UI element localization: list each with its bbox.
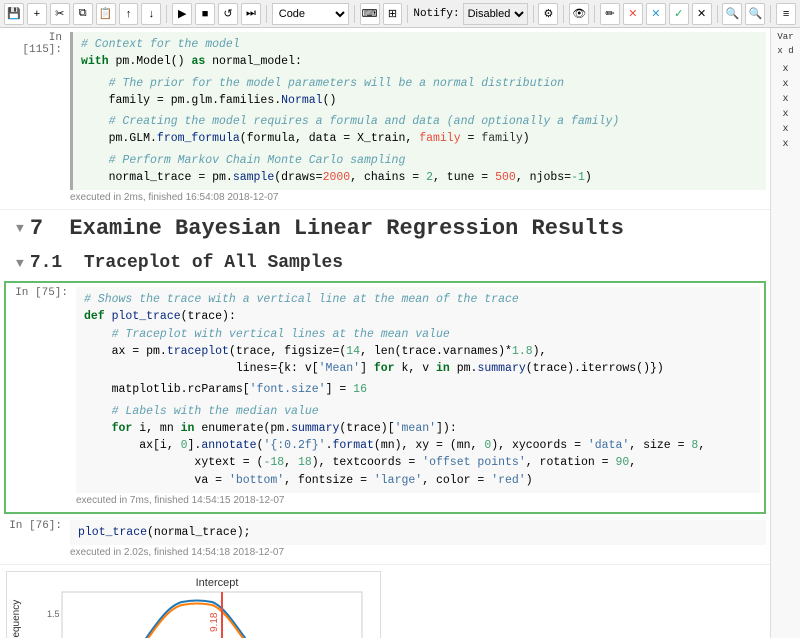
cell-76-code[interactable]: plot_trace(normal_trace); — [70, 520, 766, 545]
intercept-hist-title: Intercept — [196, 577, 239, 589]
sidebar-item-6[interactable]: x — [780, 137, 790, 152]
code-line-4: ax = pm.traceplot(trace, figsize=(14, le… — [84, 343, 752, 360]
eye-button[interactable]: 👁 — [569, 3, 589, 25]
sidebar-item-1[interactable]: x — [780, 62, 790, 77]
stop-button[interactable]: ■ — [195, 3, 215, 25]
intercept-histogram: Intercept Frequency 9.18 7.5 8.0 — [6, 571, 381, 638]
separator-4 — [407, 5, 408, 23]
code-line: family = pm.glm.families.Normal() — [81, 92, 758, 109]
separator-2 — [266, 5, 267, 23]
main-container: In [115]: # Context for the model with p… — [0, 28, 800, 638]
cell-76-execution: executed in 2.02s, finished 14:54:18 201… — [70, 545, 766, 560]
section-7-title: 7 Examine Bayesian Linear Regression Res… — [30, 216, 624, 241]
notify-label: Notify: — [413, 8, 459, 20]
toolbar: 💾 + ✂ ⧉ 📋 ↑ ↓ ▶ ■ ↺ ⏭ Code Markdown Raw … — [0, 0, 800, 28]
y-axis-label: Frequency — [11, 600, 22, 638]
cell-75-prompt: In [75]: — [6, 283, 76, 512]
x-blue-button[interactable]: ✕ — [646, 3, 666, 25]
section-71-triangle[interactable]: ▼ — [16, 256, 24, 271]
code-line-9: ax[i, 0].annotate('{:0.2f}'.format(mn), … — [84, 437, 752, 454]
code-line-5: lines={k: v['Mean'] for k, v in pm.summa… — [84, 360, 752, 377]
notify-select[interactable]: Disabled Enabled — [463, 3, 528, 25]
code-line: # Creating the model requires a formula … — [81, 113, 758, 130]
zoom-out-button[interactable]: 🔍 — [745, 3, 765, 25]
x-red-button[interactable]: ✕ — [623, 3, 643, 25]
code-line-7: # Labels with the median value — [84, 403, 752, 420]
cell-75-wrapper: In [75]: # Shows the trace with a vertic… — [4, 281, 766, 514]
cell-type-select[interactable]: Code Markdown Raw — [272, 3, 349, 25]
section-71-row: ▼ 7.1 Traceplot of All Samples — [0, 247, 770, 279]
cut-button[interactable]: ✂ — [50, 3, 70, 25]
code-line-11: va = 'bottom', fontsize = 'large', color… — [84, 472, 752, 489]
cell-75-execution: executed in 7ms, finished 14:54:15 2018-… — [76, 493, 760, 508]
cell-75: In [75]: # Shows the trace with a vertic… — [6, 283, 764, 512]
separator-8 — [717, 5, 718, 23]
run-button[interactable]: ▶ — [172, 3, 192, 25]
cell-75-content[interactable]: # Shows the trace with a vertical line a… — [76, 283, 764, 512]
zoom-in-button[interactable]: 🔍 — [722, 3, 742, 25]
sidebar-item-5[interactable]: x — [780, 122, 790, 137]
code-line: normal_trace = pm.sample(draws=2000, cha… — [81, 169, 758, 186]
section-7-row: ▼ 7 Examine Bayesian Linear Regression R… — [0, 210, 770, 247]
code-line-2: def plot_trace(trace): — [84, 308, 752, 325]
add-cell-button[interactable]: + — [27, 3, 47, 25]
grid-button[interactable]: ⊞ — [383, 3, 403, 25]
copy-button[interactable]: ⧉ — [73, 3, 93, 25]
separator-7 — [594, 5, 595, 23]
code-line-8: for i, mn in enumerate(pm.summary(trace)… — [84, 420, 752, 437]
cell-115-content[interactable]: # Context for the model with pm.Model() … — [70, 28, 770, 209]
cell-76-prompt: In [76]: — [0, 516, 70, 564]
separator-3 — [354, 5, 355, 23]
separator-6 — [563, 5, 564, 23]
notebook: In [115]: # Context for the model with p… — [0, 28, 770, 638]
run-all-button[interactable]: ⏭ — [241, 3, 261, 25]
code-line-10: xytext = (-18, 18), textcoords = 'offset… — [84, 454, 752, 471]
plots-container: Intercept Frequency 9.18 7.5 8.0 — [0, 565, 770, 638]
sidebar-x-header: x d — [777, 46, 793, 56]
cell-115-code[interactable]: # Context for the model with pm.Model() … — [70, 32, 766, 190]
cell-115: In [115]: # Context for the model with p… — [0, 28, 770, 210]
cell-115-prompt: In [115]: — [0, 28, 70, 209]
pencil-button[interactable]: ✏ — [600, 3, 620, 25]
separator-9 — [770, 5, 771, 23]
code-line: # The prior for the model parameters wil… — [81, 75, 758, 92]
code-line-plot: plot_trace(normal_trace); — [78, 524, 758, 541]
save-button[interactable]: 💾 — [4, 3, 24, 25]
menu-button[interactable]: ≡ — [776, 3, 796, 25]
keyboard-button[interactable]: ⌨ — [360, 3, 380, 25]
x-gray-button[interactable]: ✕ — [692, 3, 712, 25]
code-line-1: # Shows the trace with a vertical line a… — [84, 291, 752, 308]
sidebar-item-4[interactable]: x — [780, 107, 790, 122]
code-line: # Context for the model — [81, 36, 758, 53]
paste-button[interactable]: 📋 — [96, 3, 116, 25]
y-tick-3: 1.5 — [47, 609, 60, 619]
section-7-triangle[interactable]: ▼ — [16, 221, 24, 236]
cell-115-execution: executed in 2ms, finished 16:54:08 2018-… — [70, 190, 766, 205]
code-line: pm.GLM.from_formula(formula, data = X_tr… — [81, 130, 758, 147]
settings-button[interactable]: ⚙ — [538, 3, 558, 25]
cell-75-code[interactable]: # Shows the trace with a vertical line a… — [76, 287, 760, 493]
section-71-title: 7.1 Traceplot of All Samples — [30, 253, 343, 273]
cell-76-content[interactable]: plot_trace(normal_trace); executed in 2.… — [70, 516, 770, 564]
sidebar-item-3[interactable]: x — [780, 92, 790, 107]
sidebar-var-label: Var — [777, 32, 793, 42]
code-line: # Perform Markov Chain Monte Carlo sampl… — [81, 152, 758, 169]
code-line: with pm.Model() as normal_model: — [81, 53, 758, 70]
sidebar: Var x d x x x x x x — [770, 28, 800, 638]
move-up-button[interactable]: ↑ — [119, 3, 139, 25]
check-green-button[interactable]: ✓ — [669, 3, 689, 25]
code-line-3: # Traceplot with vertical lines at the m… — [84, 326, 752, 343]
restart-button[interactable]: ↺ — [218, 3, 238, 25]
separator-5 — [533, 5, 534, 23]
code-line-6: matplotlib.rcParams['font.size'] = 16 — [84, 381, 752, 398]
mean-value: 9.18 — [209, 612, 220, 632]
separator-1 — [166, 5, 167, 23]
cell-76: In [76]: plot_trace(normal_trace); execu… — [0, 516, 770, 565]
move-down-button[interactable]: ↓ — [141, 3, 161, 25]
sidebar-item-2[interactable]: x — [780, 77, 790, 92]
intercept-hist-svg: Intercept Frequency 9.18 7.5 8.0 — [7, 572, 382, 638]
